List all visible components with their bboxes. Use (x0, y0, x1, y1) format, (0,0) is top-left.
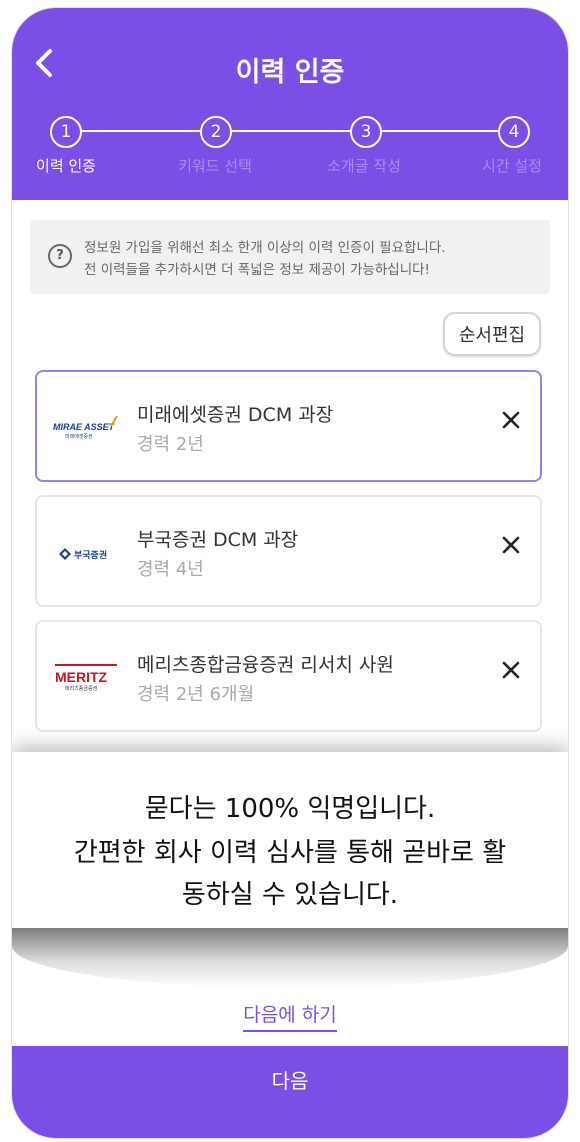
reorder-button[interactable]: 순서편집 (443, 312, 541, 356)
step-3-label: 소개글 작성 (327, 157, 401, 175)
close-icon (502, 536, 520, 554)
next-button[interactable]: 다음 (12, 1046, 568, 1138)
meritz-logo: MERITZ 메리츠종금증권 (51, 646, 121, 706)
mirae-asset-logo: MIRAE ASSET 미래에셋증권 (51, 396, 121, 456)
remove-career-button[interactable] (499, 535, 523, 559)
remove-career-button[interactable] (499, 410, 523, 434)
career-company: 메리츠종합금융증권 리서치 사원 (137, 654, 394, 676)
notice-line-1: 정보원 가입을 위해선 최소 한개 이상의 이력 인증이 필요합니다. (84, 240, 446, 256)
header: 이력 인증 1 2 3 4 이력 인증 키워드 선택 소개글 작성 시간 설정 (12, 8, 568, 200)
career-experience: 경력 2년 6개월 (137, 684, 255, 705)
overlay-shadow (12, 928, 568, 988)
step-1-label: 이력 인증 (36, 157, 96, 175)
bookook-logo: 부국증권 (51, 521, 121, 581)
notice-box: ? 정보원 가입을 위해선 최소 한개 이상의 이력 인증이 필요합니다. 전 … (30, 220, 550, 294)
question-circle-icon: ? (48, 244, 72, 268)
later-link[interactable]: 다음에 하기 (243, 1004, 337, 1032)
step-4-indicator: 4 (498, 116, 530, 148)
career-card-bookook[interactable]: 부국증권 부국증권 DCM 과장 경력 4년 (35, 495, 542, 607)
career-card-meritz[interactable]: MERITZ 메리츠종금증권 메리츠종합금융증권 리서치 사원 경력 2년 6개… (35, 620, 542, 732)
svg-text:부국증권: 부국증권 (74, 549, 107, 561)
later-link-wrap: 다음에 하기 (12, 1000, 568, 1032)
step-3-indicator: 3 (350, 116, 382, 148)
overlay-line-2: 간편한 회사 이력 심사를 통해 곧바로 활 (73, 838, 507, 868)
step-2-indicator: 2 (200, 116, 232, 148)
career-company: 미래에셋증권 DCM 과장 (137, 404, 334, 426)
close-icon (502, 411, 520, 429)
overlay-line-3: 동하실 수 있습니다. (181, 880, 399, 910)
career-company: 부국증권 DCM 과장 (137, 529, 299, 551)
notice-line-2: 전 이력들을 추가하시면 더 폭넓은 정보 제공이 가능하십니다! (84, 262, 430, 278)
step-4-label: 시간 설정 (482, 157, 542, 175)
svg-text:미래에셋증권: 미래에셋증권 (65, 433, 93, 440)
close-icon (502, 661, 520, 679)
main-content: ? 정보원 가입을 위해선 최소 한개 이상의 이력 인증이 필요합니다. 전 … (12, 200, 568, 1138)
svg-text:메리츠종금증권: 메리츠종금증권 (65, 685, 98, 692)
career-experience: 경력 4년 (137, 559, 204, 580)
phone-frame: 이력 인증 1 2 3 4 이력 인증 키워드 선택 소개글 작성 시간 설정 … (12, 8, 568, 1138)
overlay-line-1: 묻다는 100% 익명입니다. (144, 794, 436, 824)
career-experience: 경력 2년 (137, 434, 204, 455)
career-card-mirae[interactable]: MIRAE ASSET 미래에셋증권 미래에셋증권 DCM 과장 경력 2년 (35, 370, 542, 482)
step-2-label: 키워드 선택 (178, 157, 252, 175)
page-title: 이력 인증 (235, 57, 345, 88)
stepper-line (64, 130, 512, 132)
remove-career-button[interactable] (499, 660, 523, 684)
step-1-indicator: 1 (50, 116, 82, 148)
svg-text:MIRAE ASSET: MIRAE ASSET (53, 422, 116, 432)
info-overlay: 묻다는 100% 익명입니다. 간편한 회사 이력 심사를 통해 곧바로 활 동… (12, 752, 568, 928)
svg-text:MERITZ: MERITZ (55, 669, 108, 685)
